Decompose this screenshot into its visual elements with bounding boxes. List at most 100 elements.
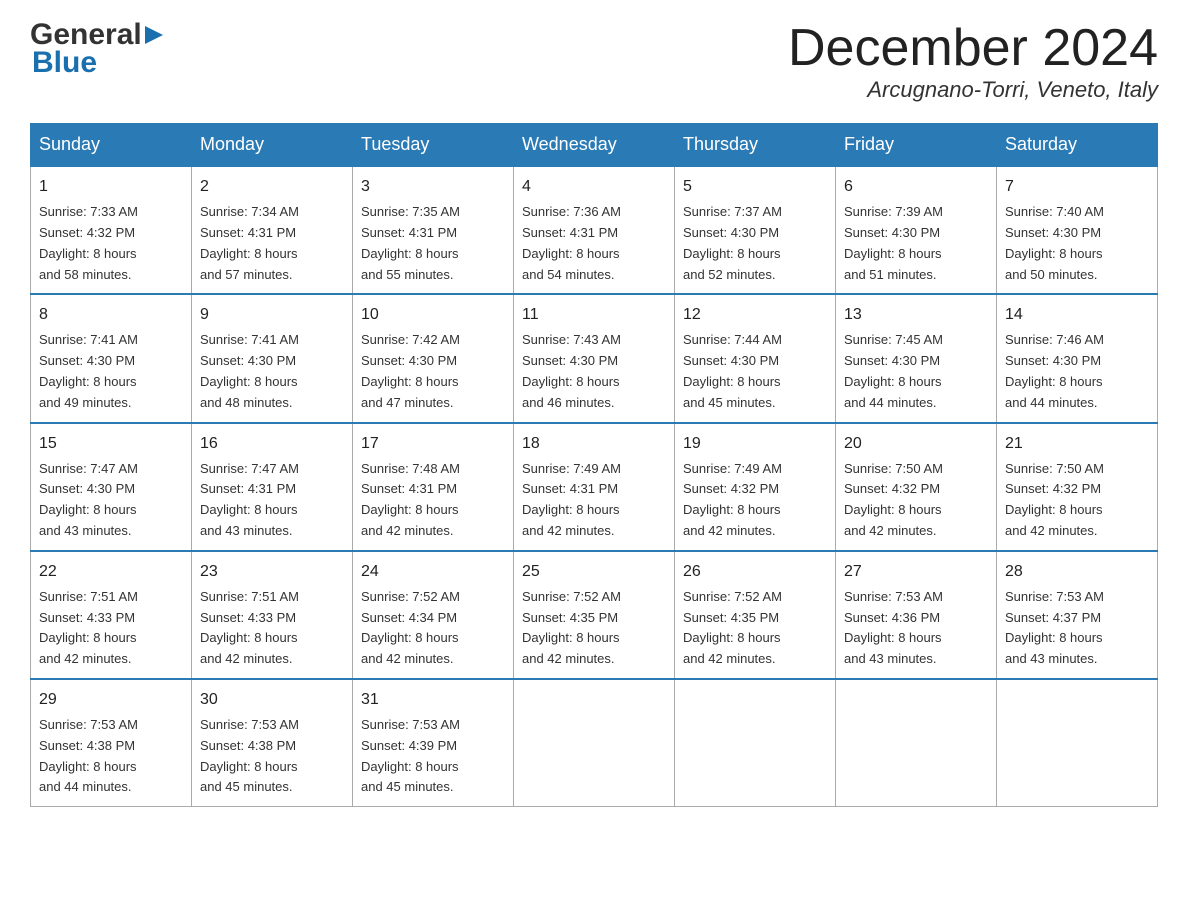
calendar-cell: 27 Sunrise: 7:53 AM Sunset: 4:36 PM Dayl… (836, 551, 997, 679)
day-number: 31 (361, 688, 505, 712)
day-number: 8 (39, 303, 183, 327)
calendar-cell: 29 Sunrise: 7:53 AM Sunset: 4:38 PM Dayl… (31, 679, 192, 807)
calendar-header-row: SundayMondayTuesdayWednesdayThursdayFrid… (31, 124, 1158, 167)
calendar-week-row-5: 29 Sunrise: 7:53 AM Sunset: 4:38 PM Dayl… (31, 679, 1158, 807)
day-info: Sunrise: 7:39 AM Sunset: 4:30 PM Dayligh… (844, 204, 943, 281)
day-info: Sunrise: 7:42 AM Sunset: 4:30 PM Dayligh… (361, 332, 460, 409)
day-number: 11 (522, 303, 666, 327)
day-info: Sunrise: 7:34 AM Sunset: 4:31 PM Dayligh… (200, 204, 299, 281)
calendar-cell: 9 Sunrise: 7:41 AM Sunset: 4:30 PM Dayli… (192, 294, 353, 422)
day-info: Sunrise: 7:33 AM Sunset: 4:32 PM Dayligh… (39, 204, 138, 281)
calendar-week-row-4: 22 Sunrise: 7:51 AM Sunset: 4:33 PM Dayl… (31, 551, 1158, 679)
column-header-friday: Friday (836, 124, 997, 167)
calendar-cell: 1 Sunrise: 7:33 AM Sunset: 4:32 PM Dayli… (31, 166, 192, 294)
day-info: Sunrise: 7:47 AM Sunset: 4:31 PM Dayligh… (200, 461, 299, 538)
day-info: Sunrise: 7:49 AM Sunset: 4:32 PM Dayligh… (683, 461, 782, 538)
day-info: Sunrise: 7:47 AM Sunset: 4:30 PM Dayligh… (39, 461, 138, 538)
calendar-cell: 17 Sunrise: 7:48 AM Sunset: 4:31 PM Dayl… (353, 423, 514, 551)
day-info: Sunrise: 7:36 AM Sunset: 4:31 PM Dayligh… (522, 204, 621, 281)
day-number: 9 (200, 303, 344, 327)
calendar-cell: 4 Sunrise: 7:36 AM Sunset: 4:31 PM Dayli… (514, 166, 675, 294)
calendar-cell: 3 Sunrise: 7:35 AM Sunset: 4:31 PM Dayli… (353, 166, 514, 294)
day-info: Sunrise: 7:40 AM Sunset: 4:30 PM Dayligh… (1005, 204, 1104, 281)
day-info: Sunrise: 7:43 AM Sunset: 4:30 PM Dayligh… (522, 332, 621, 409)
calendar-cell: 31 Sunrise: 7:53 AM Sunset: 4:39 PM Dayl… (353, 679, 514, 807)
calendar-cell: 20 Sunrise: 7:50 AM Sunset: 4:32 PM Dayl… (836, 423, 997, 551)
day-number: 15 (39, 432, 183, 456)
title-area: December 2024 Arcugnano-Torri, Veneto, I… (788, 20, 1158, 103)
calendar-cell: 21 Sunrise: 7:50 AM Sunset: 4:32 PM Dayl… (997, 423, 1158, 551)
calendar-cell: 30 Sunrise: 7:53 AM Sunset: 4:38 PM Dayl… (192, 679, 353, 807)
calendar-cell: 24 Sunrise: 7:52 AM Sunset: 4:34 PM Dayl… (353, 551, 514, 679)
day-number: 2 (200, 175, 344, 199)
column-header-tuesday: Tuesday (353, 124, 514, 167)
calendar-cell: 22 Sunrise: 7:51 AM Sunset: 4:33 PM Dayl… (31, 551, 192, 679)
day-number: 26 (683, 560, 827, 584)
calendar-cell: 25 Sunrise: 7:52 AM Sunset: 4:35 PM Dayl… (514, 551, 675, 679)
day-number: 12 (683, 303, 827, 327)
calendar-cell: 28 Sunrise: 7:53 AM Sunset: 4:37 PM Dayl… (997, 551, 1158, 679)
calendar-cell: 15 Sunrise: 7:47 AM Sunset: 4:30 PM Dayl… (31, 423, 192, 551)
header: General Blue December 2024 Arcugnano-Tor… (30, 20, 1158, 103)
column-header-sunday: Sunday (31, 124, 192, 167)
calendar-cell: 11 Sunrise: 7:43 AM Sunset: 4:30 PM Dayl… (514, 294, 675, 422)
calendar-cell: 8 Sunrise: 7:41 AM Sunset: 4:30 PM Dayli… (31, 294, 192, 422)
day-number: 17 (361, 432, 505, 456)
column-header-monday: Monday (192, 124, 353, 167)
day-info: Sunrise: 7:46 AM Sunset: 4:30 PM Dayligh… (1005, 332, 1104, 409)
calendar-cell: 13 Sunrise: 7:45 AM Sunset: 4:30 PM Dayl… (836, 294, 997, 422)
day-info: Sunrise: 7:53 AM Sunset: 4:36 PM Dayligh… (844, 589, 943, 666)
day-info: Sunrise: 7:53 AM Sunset: 4:37 PM Dayligh… (1005, 589, 1104, 666)
day-info: Sunrise: 7:35 AM Sunset: 4:31 PM Dayligh… (361, 204, 460, 281)
day-number: 22 (39, 560, 183, 584)
calendar-cell: 23 Sunrise: 7:51 AM Sunset: 4:33 PM Dayl… (192, 551, 353, 679)
day-info: Sunrise: 7:53 AM Sunset: 4:39 PM Dayligh… (361, 717, 460, 794)
calendar-cell: 5 Sunrise: 7:37 AM Sunset: 4:30 PM Dayli… (675, 166, 836, 294)
day-info: Sunrise: 7:52 AM Sunset: 4:35 PM Dayligh… (683, 589, 782, 666)
column-header-saturday: Saturday (997, 124, 1158, 167)
day-info: Sunrise: 7:52 AM Sunset: 4:34 PM Dayligh… (361, 589, 460, 666)
day-number: 6 (844, 175, 988, 199)
day-info: Sunrise: 7:48 AM Sunset: 4:31 PM Dayligh… (361, 461, 460, 538)
logo-blue: Blue (32, 46, 165, 80)
calendar-cell (997, 679, 1158, 807)
day-info: Sunrise: 7:45 AM Sunset: 4:30 PM Dayligh… (844, 332, 943, 409)
day-number: 27 (844, 560, 988, 584)
calendar-cell (514, 679, 675, 807)
calendar-week-row-1: 1 Sunrise: 7:33 AM Sunset: 4:32 PM Dayli… (31, 166, 1158, 294)
day-info: Sunrise: 7:53 AM Sunset: 4:38 PM Dayligh… (39, 717, 138, 794)
day-info: Sunrise: 7:50 AM Sunset: 4:32 PM Dayligh… (1005, 461, 1104, 538)
day-number: 29 (39, 688, 183, 712)
logo: General Blue (30, 20, 165, 80)
day-number: 23 (200, 560, 344, 584)
day-number: 14 (1005, 303, 1149, 327)
calendar-cell: 2 Sunrise: 7:34 AM Sunset: 4:31 PM Dayli… (192, 166, 353, 294)
day-info: Sunrise: 7:53 AM Sunset: 4:38 PM Dayligh… (200, 717, 299, 794)
calendar-table: SundayMondayTuesdayWednesdayThursdayFrid… (30, 123, 1158, 807)
column-header-wednesday: Wednesday (514, 124, 675, 167)
day-number: 28 (1005, 560, 1149, 584)
location-subtitle: Arcugnano-Torri, Veneto, Italy (788, 77, 1158, 103)
calendar-week-row-3: 15 Sunrise: 7:47 AM Sunset: 4:30 PM Dayl… (31, 423, 1158, 551)
day-info: Sunrise: 7:37 AM Sunset: 4:30 PM Dayligh… (683, 204, 782, 281)
calendar-cell: 10 Sunrise: 7:42 AM Sunset: 4:30 PM Dayl… (353, 294, 514, 422)
calendar-cell: 14 Sunrise: 7:46 AM Sunset: 4:30 PM Dayl… (997, 294, 1158, 422)
calendar-cell: 26 Sunrise: 7:52 AM Sunset: 4:35 PM Dayl… (675, 551, 836, 679)
calendar-cell: 12 Sunrise: 7:44 AM Sunset: 4:30 PM Dayl… (675, 294, 836, 422)
day-number: 16 (200, 432, 344, 456)
calendar-cell (675, 679, 836, 807)
day-info: Sunrise: 7:44 AM Sunset: 4:30 PM Dayligh… (683, 332, 782, 409)
calendar-week-row-2: 8 Sunrise: 7:41 AM Sunset: 4:30 PM Dayli… (31, 294, 1158, 422)
calendar-cell: 6 Sunrise: 7:39 AM Sunset: 4:30 PM Dayli… (836, 166, 997, 294)
day-info: Sunrise: 7:51 AM Sunset: 4:33 PM Dayligh… (200, 589, 299, 666)
day-number: 5 (683, 175, 827, 199)
day-info: Sunrise: 7:50 AM Sunset: 4:32 PM Dayligh… (844, 461, 943, 538)
day-info: Sunrise: 7:49 AM Sunset: 4:31 PM Dayligh… (522, 461, 621, 538)
month-year-title: December 2024 (788, 20, 1158, 77)
day-number: 24 (361, 560, 505, 584)
day-number: 25 (522, 560, 666, 584)
day-number: 18 (522, 432, 666, 456)
calendar-cell: 7 Sunrise: 7:40 AM Sunset: 4:30 PM Dayli… (997, 166, 1158, 294)
day-number: 3 (361, 175, 505, 199)
calendar-cell: 19 Sunrise: 7:49 AM Sunset: 4:32 PM Dayl… (675, 423, 836, 551)
